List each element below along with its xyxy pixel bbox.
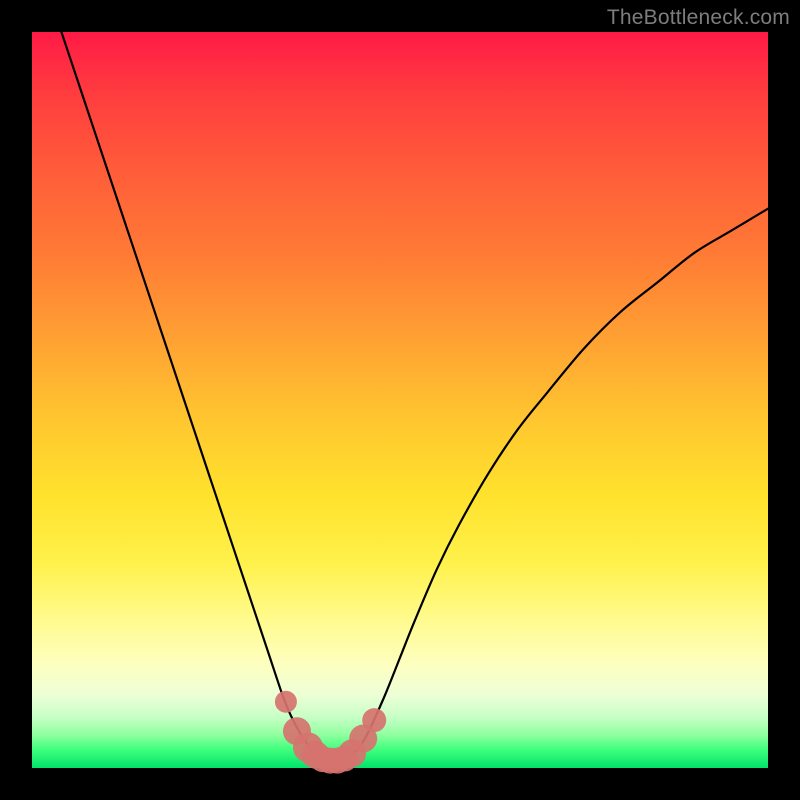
- chart-frame: TheBottleneck.com: [0, 0, 800, 800]
- curve-layer: [32, 32, 768, 768]
- measurement-dots: [275, 691, 386, 774]
- measurement-dot: [275, 691, 297, 713]
- measurement-dot: [362, 708, 386, 732]
- bottleneck-curve: [61, 32, 768, 761]
- plot-area: [32, 32, 768, 768]
- watermark-text: TheBottleneck.com: [607, 6, 790, 30]
